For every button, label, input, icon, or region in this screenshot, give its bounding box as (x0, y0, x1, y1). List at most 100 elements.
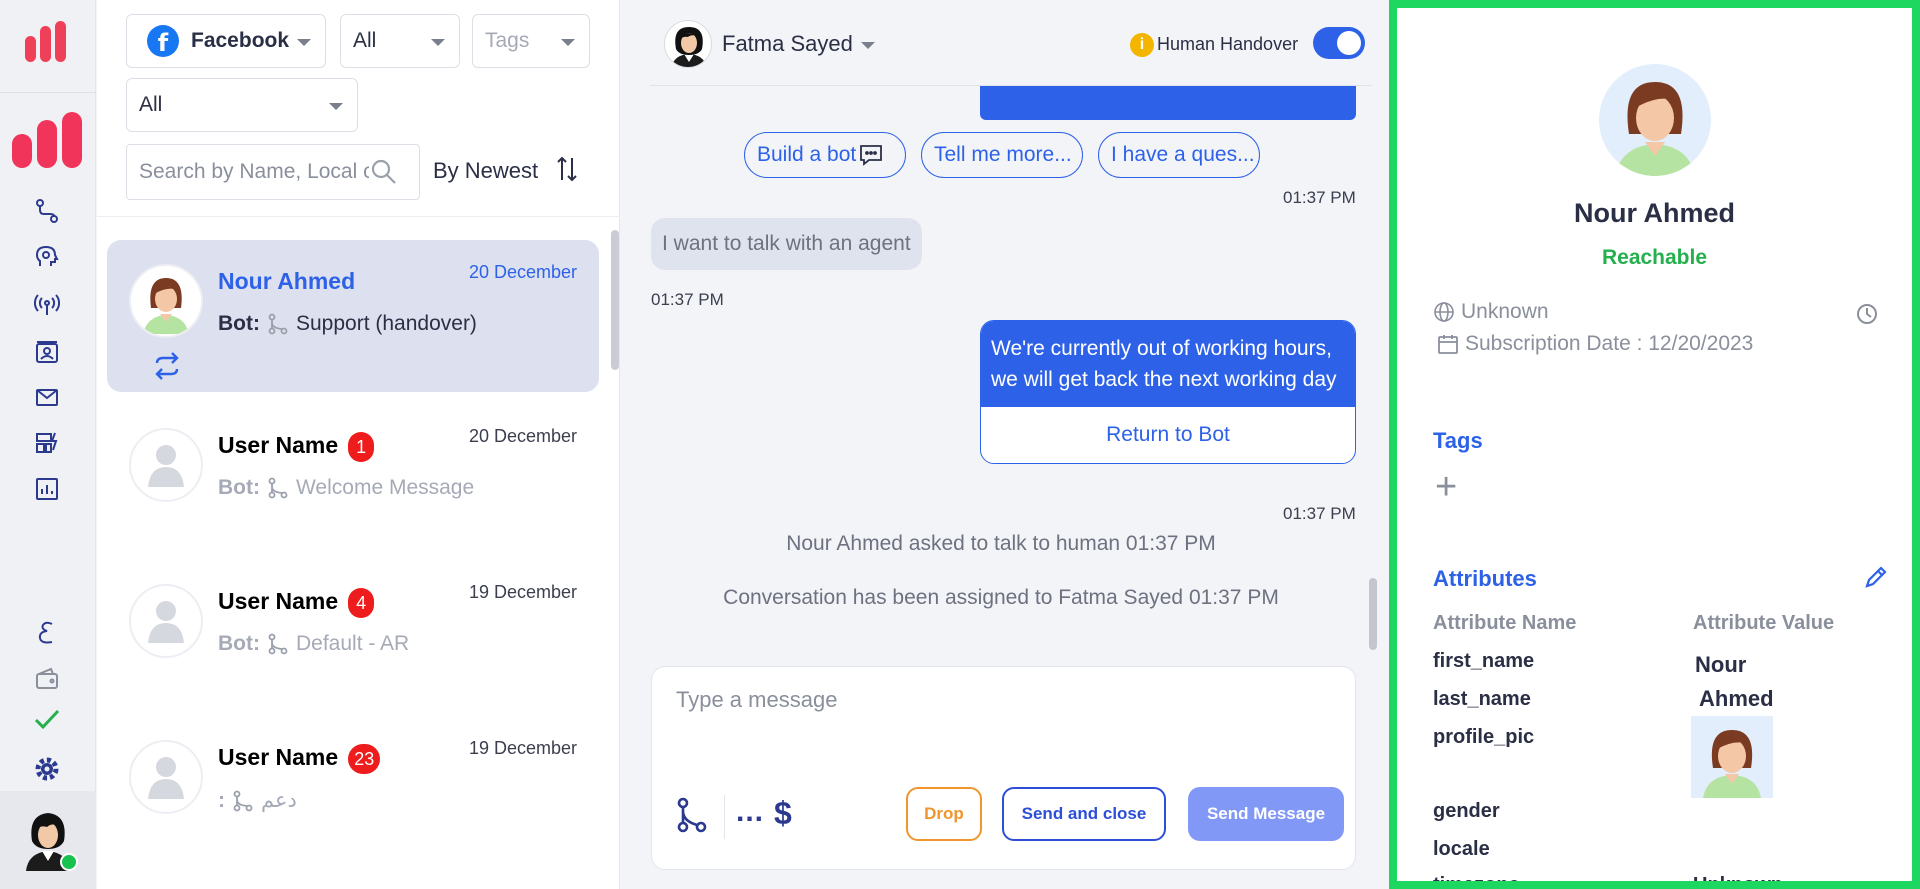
assigned-agent-avatar[interactable] (664, 20, 712, 68)
language-arabic-icon[interactable] (32, 618, 62, 648)
contact-avatar (129, 740, 203, 814)
current-user-avatar[interactable] (0, 791, 96, 889)
message-timestamp: 01:37 PM (651, 290, 724, 309)
wallet-icon[interactable] (32, 664, 62, 694)
app-logo-icon[interactable] (22, 18, 70, 66)
human-handover-toggle[interactable] (1313, 27, 1365, 59)
conversation-name: User Name 4 (218, 588, 375, 618)
send-message-button[interactable]: Send Message (1188, 787, 1344, 841)
clock-icon[interactable] (1855, 302, 1879, 326)
calendar-icon (1438, 335, 1458, 354)
attribute-key: gender (1433, 800, 1500, 822)
payment-button[interactable]: $ (774, 795, 792, 832)
contact-status: Reachable (1601, 246, 1708, 269)
drop-button[interactable]: Drop (906, 787, 982, 841)
channel-filter-value: Facebook (191, 29, 290, 52)
status-filter-select[interactable]: All (340, 14, 460, 68)
tags-filter-select[interactable]: Tags (472, 14, 590, 68)
chevron-down-icon[interactable] (861, 42, 875, 49)
contacts-icon[interactable] (32, 338, 62, 368)
list-scrollbar[interactable] (611, 230, 619, 370)
return-to-bot-button[interactable]: Return to Bot (981, 407, 1355, 463)
subscription-date: Subscription Date : 12/20/2023 (1437, 332, 1753, 356)
previous-message-bubble (980, 86, 1356, 120)
send-and-close-button[interactable]: Send and close (1002, 787, 1166, 841)
attribute-value: Ahmed (1699, 686, 1774, 711)
flow-name: Support (handover) (295, 312, 477, 335)
contact-name: Nour Ahmed (1574, 198, 1735, 228)
globe-icon (1434, 302, 1454, 322)
outgoing-message: We're currently out of working hours, we… (980, 320, 1356, 464)
conversation-item[interactable]: User Name 23 19 December : دعم (107, 716, 599, 868)
add-tag-button[interactable]: + (1435, 468, 1457, 506)
composer-divider (724, 795, 725, 839)
conversation-item[interactable]: User Name 1 20 December Bot: Welcome Mess… (107, 404, 599, 556)
settings-gear-icon[interactable] (32, 754, 62, 784)
unread-badge: 1 (348, 432, 375, 462)
chat-bubble-icon (860, 145, 883, 166)
attribute-name-header: Attribute Name (1433, 612, 1577, 634)
facebook-icon: f (147, 25, 179, 57)
user-placeholder-icon (148, 601, 184, 643)
flow-icon (268, 633, 288, 655)
message-input[interactable] (676, 687, 1326, 747)
unread-badge: 4 (348, 588, 375, 618)
user-placeholder-icon (148, 757, 184, 799)
conversation-date: 20 December (468, 426, 577, 446)
bot-label: : (218, 788, 225, 812)
quick-reply-button[interactable]: I have a ques... (1098, 132, 1260, 178)
female-avatar-icon (143, 278, 189, 334)
attribute-value: Nour (1695, 652, 1747, 677)
search-box (126, 144, 420, 200)
conversation-name: User Name 1 (218, 432, 375, 462)
chevron-down-icon (329, 103, 343, 110)
broadcast-icon[interactable] (32, 290, 62, 320)
sort-label[interactable]: By Newest (433, 158, 538, 184)
attribute-key: first_name (1433, 650, 1535, 672)
contact-profile-avatar (1599, 64, 1711, 176)
chat-pane: Fatma Sayed i Human Handover Build a bot… (621, 0, 1389, 889)
flow-name: Welcome Message (295, 476, 475, 499)
system-message: Nour Ahmed asked to talk to human 01:37 … (786, 532, 1216, 555)
conversation-name: Nour Ahmed (218, 268, 356, 294)
sync-arrows-icon[interactable] (153, 352, 181, 380)
app-sidebar (0, 0, 96, 889)
chevron-down-icon (431, 39, 445, 46)
flows-icon[interactable] (32, 196, 62, 226)
check-icon[interactable] (32, 704, 62, 734)
automation-icon[interactable] (32, 428, 62, 458)
info-icon[interactable]: i (1130, 33, 1154, 57)
conversation-date: 19 December (468, 582, 577, 602)
bot-label: Bot: (218, 312, 260, 335)
ai-brain-icon[interactable] (32, 242, 62, 272)
sort-toggle-icon[interactable] (555, 154, 579, 184)
brand-logo-icon[interactable] (8, 108, 86, 172)
search-input[interactable] (139, 160, 369, 184)
female-avatar-icon (1703, 730, 1761, 798)
conversation-name: User Name 23 (218, 744, 381, 774)
flow-branch-icon[interactable] (676, 797, 708, 833)
agent-avatar-icon (671, 27, 707, 67)
conversation-item[interactable]: User Name 4 19 December Bot: Default - AR (107, 560, 599, 712)
attribute-value-header: Attribute Value (1693, 612, 1835, 634)
quick-reply-button[interactable]: Build a bot (744, 132, 906, 178)
edit-pencil-icon[interactable] (1863, 564, 1889, 590)
profile-pic-thumbnail[interactable] (1691, 716, 1773, 798)
message-timestamp: 01:37 PM (1283, 188, 1356, 207)
message-composer: ... $ Drop Send and close Send Message (651, 666, 1356, 870)
more-options-button[interactable]: ... (736, 795, 764, 829)
toggle-knob (1337, 31, 1361, 55)
flow-name: دعم (261, 789, 297, 812)
quick-reply-button[interactable]: Tell me more... (921, 132, 1083, 178)
search-icon[interactable] (369, 157, 399, 187)
analytics-icon[interactable] (32, 474, 62, 504)
bot-label: Bot: (218, 476, 260, 499)
assigned-agent-name[interactable]: Fatma Sayed (722, 31, 853, 57)
flow-icon (233, 790, 253, 811)
mail-icon[interactable] (32, 382, 62, 412)
channel-filter-select[interactable]: f Facebook (126, 14, 326, 68)
chat-scrollbar[interactable] (1369, 578, 1377, 650)
assignee-filter-select[interactable]: All (126, 78, 358, 132)
conversation-item[interactable]: Nour Ahmed 20 December Bot: Support (han… (107, 240, 599, 392)
list-divider (97, 216, 620, 217)
